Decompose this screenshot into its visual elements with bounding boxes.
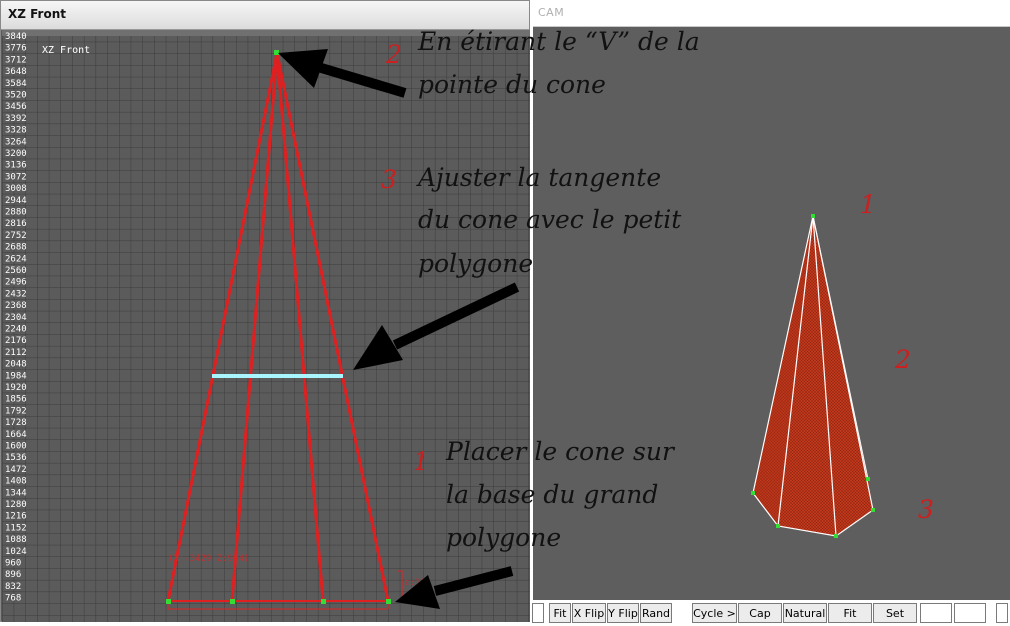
step1-line2: la base du grand: [446, 480, 659, 509]
step2-number: 2: [386, 40, 402, 69]
step3-number: 3: [381, 165, 397, 194]
step3-line3: polygone: [418, 249, 534, 278]
step1-line1: Placer le cone sur: [446, 437, 674, 466]
step1-line3: polygone: [446, 523, 562, 552]
step3-line2: du cone avec le petit: [418, 205, 682, 234]
step3-line1: Ajuster la tangente: [418, 163, 662, 192]
step2-line2: pointe du cone: [418, 70, 606, 99]
step2-line1: En étirant le “V” de la: [418, 27, 700, 56]
step1-number: 1: [413, 447, 429, 476]
